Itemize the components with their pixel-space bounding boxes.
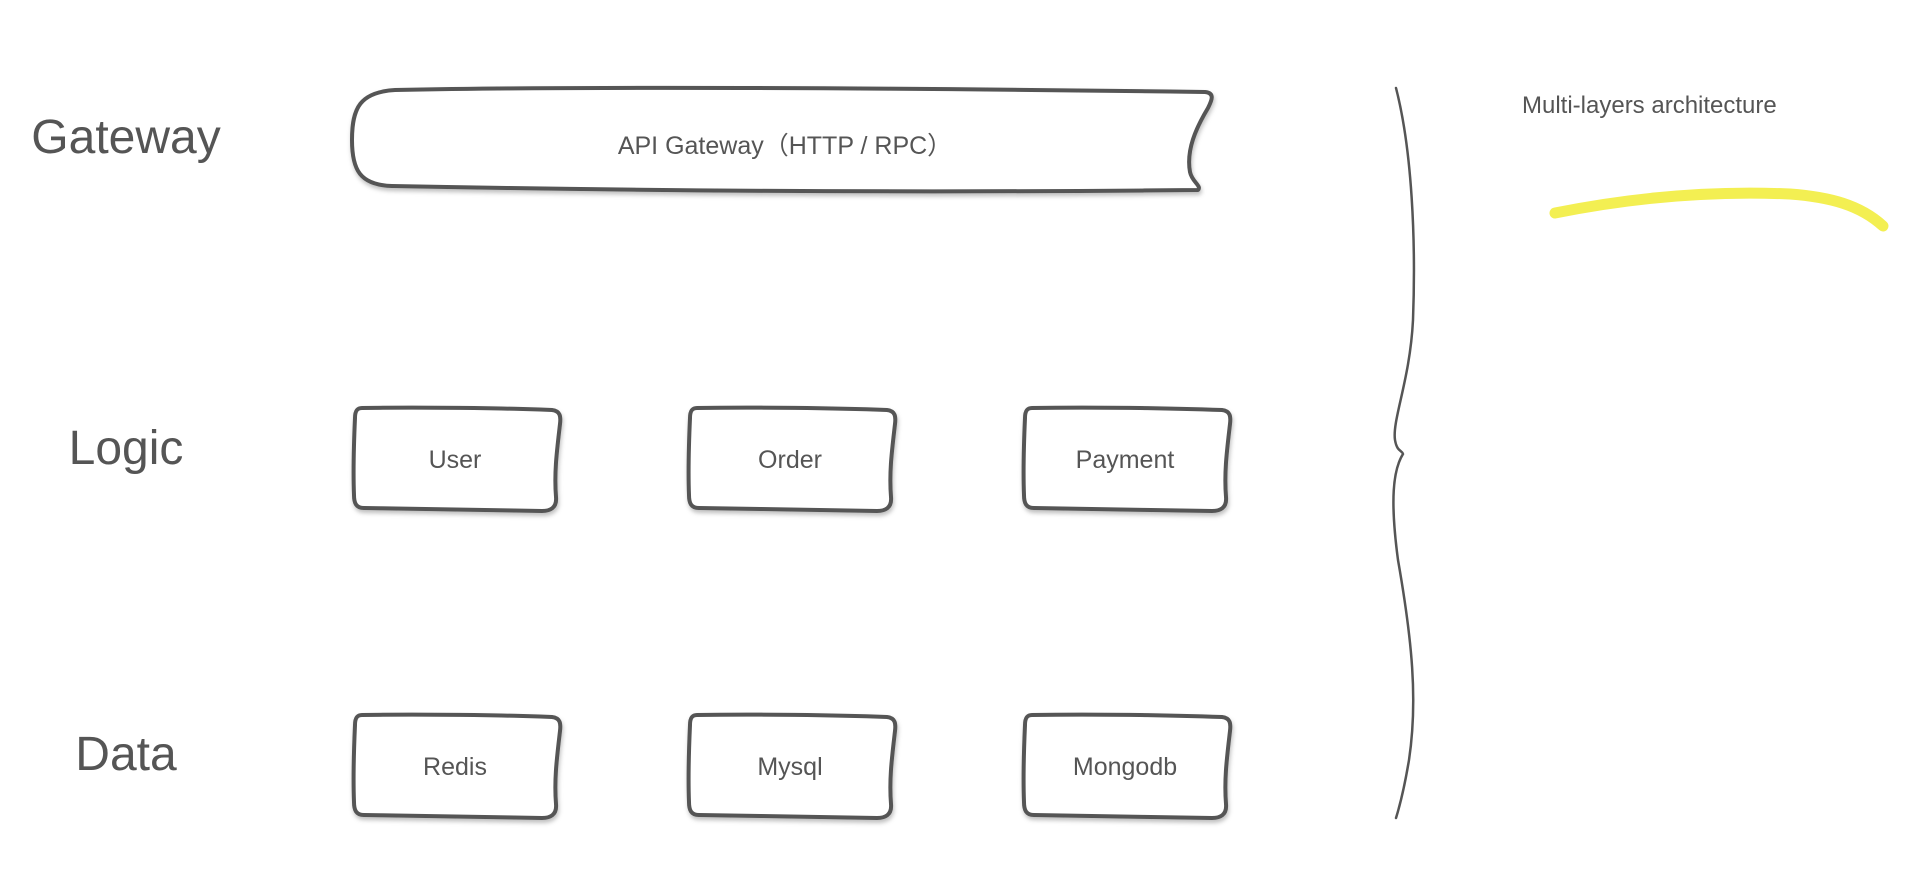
layer-label-data: Data — [75, 728, 177, 781]
user-label: User — [428, 446, 482, 474]
payment-label: Payment — [1075, 446, 1175, 474]
mongodb-label: Mongodb — [1072, 753, 1178, 781]
layer-label-gateway: Gateway — [31, 111, 221, 164]
redis-label: Redis — [423, 753, 487, 781]
mysql-label: Mysql — [757, 753, 823, 781]
order-label: Order — [758, 446, 822, 474]
architecture-note: Multi-layers architecture — [1522, 92, 1777, 119]
highlight-stroke — [1549, 187, 1889, 232]
layer-brace — [1392, 86, 1416, 820]
layer-label-logic: Logic — [68, 422, 184, 475]
api-gateway-label: API Gateway（HTTP / RPC） — [617, 132, 953, 160]
